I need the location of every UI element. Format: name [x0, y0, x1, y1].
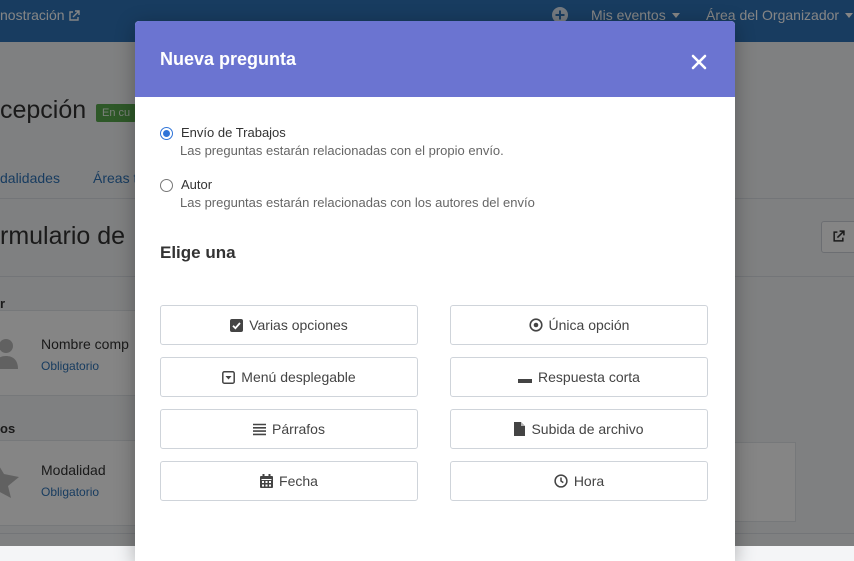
modal-header: Nueva pregunta	[135, 21, 735, 97]
dropdown-icon	[222, 370, 236, 384]
file-upload-button[interactable]: Subida de archivo	[450, 409, 708, 449]
clock-icon	[554, 474, 568, 488]
multiple-choice-button[interactable]: Varias opciones	[160, 305, 418, 345]
close-icon[interactable]	[690, 53, 708, 71]
new-question-modal: Nueva pregunta Envío de Trabajos Las pre…	[135, 21, 735, 561]
option-help: Las preguntas estarán relacionadas con l…	[180, 195, 535, 210]
checkbox-icon	[230, 318, 244, 332]
option-help: Las preguntas estarán relacionadas con e…	[180, 143, 504, 158]
single-choice-button[interactable]: Única opción	[450, 305, 708, 345]
paragraph-lines-icon	[253, 423, 267, 435]
radio-submission[interactable]	[160, 127, 173, 140]
option-label[interactable]: Envío de Trabajos	[181, 125, 286, 140]
radio-dot-icon	[528, 318, 543, 332]
date-button[interactable]: Fecha	[160, 461, 418, 501]
calendar-icon	[260, 474, 274, 488]
option-label[interactable]: Autor	[181, 177, 212, 192]
short-answer-button[interactable]: Respuesta corta	[450, 357, 708, 397]
dropdown-button[interactable]: Menú desplegable	[160, 357, 418, 397]
short-line-icon	[518, 378, 533, 383]
radio-author[interactable]	[160, 179, 173, 192]
time-button[interactable]: Hora	[450, 461, 708, 501]
paragraphs-button[interactable]: Párrafos	[160, 409, 418, 449]
file-icon	[514, 422, 526, 436]
modal-title: Nueva pregunta	[160, 49, 297, 69]
choose-heading: Elige una	[160, 243, 236, 262]
